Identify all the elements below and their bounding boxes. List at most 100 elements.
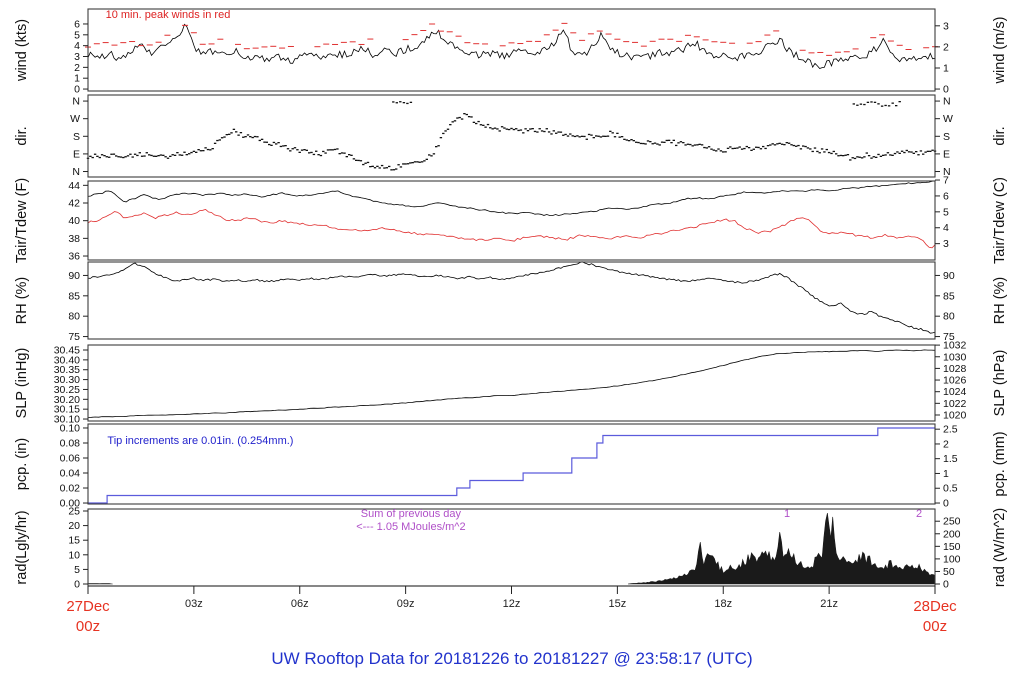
series-wind-direction-point bbox=[265, 141, 268, 143]
annotation-pcp: Tip increments are 0.01in. (0.254mm.) bbox=[107, 435, 293, 447]
axis-label-left-rh: RH (%) bbox=[14, 277, 30, 325]
series-wind-direction-point bbox=[651, 143, 654, 145]
series-wind-direction-point bbox=[609, 130, 612, 132]
series-wind-direction-point bbox=[432, 153, 436, 155]
series-wind-direction-point bbox=[465, 113, 468, 116]
series-wind-direction-point bbox=[155, 155, 158, 157]
series-wind-direction-point bbox=[893, 152, 897, 155]
series-wind-direction-north-wrap-b-point bbox=[887, 105, 891, 107]
series-wind-direction-point bbox=[522, 132, 525, 134]
series-wind-direction-point bbox=[783, 144, 786, 146]
axis-label-right-pcp: pcp. (mm) bbox=[992, 431, 1008, 496]
series-wind-direction-point bbox=[470, 116, 473, 118]
series-wind-direction-point bbox=[602, 135, 605, 137]
series-air-temperature bbox=[87, 180, 936, 216]
panel-dir-border bbox=[87, 94, 936, 178]
series-wind-direction-point bbox=[524, 128, 527, 130]
series-wind-direction-point bbox=[691, 145, 694, 147]
y-tick-label-right: 1032 bbox=[943, 340, 967, 352]
series-wind-direction-point bbox=[853, 157, 857, 160]
series-relative-humidity bbox=[87, 261, 936, 334]
series-wind-direction-point bbox=[176, 152, 179, 154]
series-wind-direction-point bbox=[178, 154, 181, 156]
series-wind-direction-point bbox=[698, 143, 701, 145]
series-wind-direction-north-wrap-b-point bbox=[856, 104, 859, 106]
series-wind-direction-point bbox=[96, 155, 99, 157]
series-wind-direction-point bbox=[839, 154, 843, 157]
series-wind-direction-point bbox=[879, 155, 883, 157]
series-wind-direction-point bbox=[623, 138, 626, 140]
axis-label-right-dir: dir. bbox=[992, 126, 1008, 145]
series-wind-direction-point bbox=[656, 143, 659, 145]
series-wind-direction-point bbox=[684, 144, 687, 146]
y-tick-label-left: 4 bbox=[74, 40, 80, 52]
series-wind-direction-point bbox=[472, 121, 476, 123]
series-wind-direction-point bbox=[91, 156, 94, 159]
series-wind-direction-point bbox=[402, 163, 405, 165]
x-tick-label: 21z bbox=[820, 598, 838, 610]
series-wind-direction-north-wrap-b-point bbox=[884, 104, 887, 107]
y-tick-label-left: 42 bbox=[68, 198, 80, 210]
series-wind-direction-point bbox=[780, 143, 784, 145]
series-wind-direction-point bbox=[340, 152, 344, 154]
series-wind-direction-point bbox=[256, 136, 259, 138]
series-wind-direction-point bbox=[604, 135, 607, 137]
series-wind-direction-point bbox=[590, 134, 593, 136]
series-wind-direction-point bbox=[905, 149, 908, 152]
series-wind-direction-point bbox=[475, 122, 478, 125]
series-wind-direction-point bbox=[409, 162, 412, 164]
y-tick-label-right: 1026 bbox=[943, 375, 967, 387]
series-wind-direction-point bbox=[578, 136, 581, 138]
series-wind-direction-point bbox=[653, 142, 657, 144]
series-wind-direction-point bbox=[618, 136, 621, 138]
series-wind-direction-point bbox=[117, 156, 120, 158]
series-wind-direction-point bbox=[213, 142, 217, 144]
series-wind-direction-point bbox=[505, 128, 508, 130]
series-sea-level-pressure bbox=[87, 349, 936, 418]
series-wind-direction-point bbox=[755, 146, 758, 148]
series-wind-direction-point bbox=[507, 128, 511, 131]
series-wind-direction-point bbox=[689, 143, 692, 146]
axis-label-left-pcp: pcp. (in) bbox=[14, 438, 30, 490]
series-wind-direction-point bbox=[366, 161, 370, 164]
series-wind-direction-point bbox=[183, 151, 186, 153]
x-axis: 03z 06z 09z 12z 15z 18z 21z 27Dec 00z 28Dec 00z bbox=[66, 585, 957, 635]
panel-rad: 0510152025050100150200250Sum of previous… bbox=[14, 505, 1008, 590]
panel-slp: 30.1030.1530.2030.2530.3030.3530.4030.45… bbox=[14, 340, 1008, 426]
series-wind-direction-point bbox=[818, 152, 821, 154]
series-wind-direction-point bbox=[898, 152, 901, 154]
series-wind-direction-point bbox=[362, 163, 365, 166]
series-wind-direction-point bbox=[743, 147, 746, 150]
series-wind-direction-point bbox=[929, 150, 932, 152]
series-wind-direction-point bbox=[305, 149, 308, 151]
axis-label-right-rh: RH (%) bbox=[992, 277, 1008, 325]
series-wind-direction-point bbox=[124, 156, 127, 158]
series-wind-direction-point bbox=[108, 156, 111, 158]
series-wind-direction-point bbox=[89, 155, 92, 157]
panel-dir: NESWNNESWNdir. dir. bbox=[14, 94, 1008, 178]
series-wind-direction-point bbox=[875, 156, 878, 158]
series-wind-direction-point bbox=[837, 155, 840, 157]
series-wind-direction-point bbox=[510, 127, 513, 130]
series-wind-direction-point bbox=[491, 128, 494, 130]
series-wind-direction-point bbox=[204, 147, 207, 149]
series-wind-direction-point bbox=[439, 137, 443, 139]
chart-title: UW Rooftop Data for 20181226 to 20181227… bbox=[271, 649, 753, 668]
series-wind-direction-point bbox=[444, 130, 447, 132]
series-wind-direction-point bbox=[129, 153, 132, 155]
y-tick-label-right: 0 bbox=[943, 498, 949, 510]
series-wind-direction-point bbox=[418, 161, 421, 163]
series-wind-direction-point bbox=[376, 165, 379, 167]
series-wind-direction-point bbox=[348, 154, 351, 156]
series-wind-direction-point bbox=[738, 146, 741, 148]
series-wind-direction-point bbox=[825, 148, 828, 151]
series-wind-direction-point bbox=[197, 149, 200, 151]
series-wind-direction-point bbox=[571, 135, 574, 137]
series-wind-direction-north-wrap-a-point bbox=[399, 101, 402, 103]
annotation-rad: Sum of previous day bbox=[361, 508, 462, 520]
series-wind-direction-point bbox=[773, 144, 777, 146]
series-wind-direction-point bbox=[378, 167, 381, 169]
axis-label-left-dir: dir. bbox=[14, 126, 30, 145]
series-wind-direction-point bbox=[303, 149, 306, 151]
series-wind-direction-north-wrap-b-point bbox=[877, 103, 880, 105]
